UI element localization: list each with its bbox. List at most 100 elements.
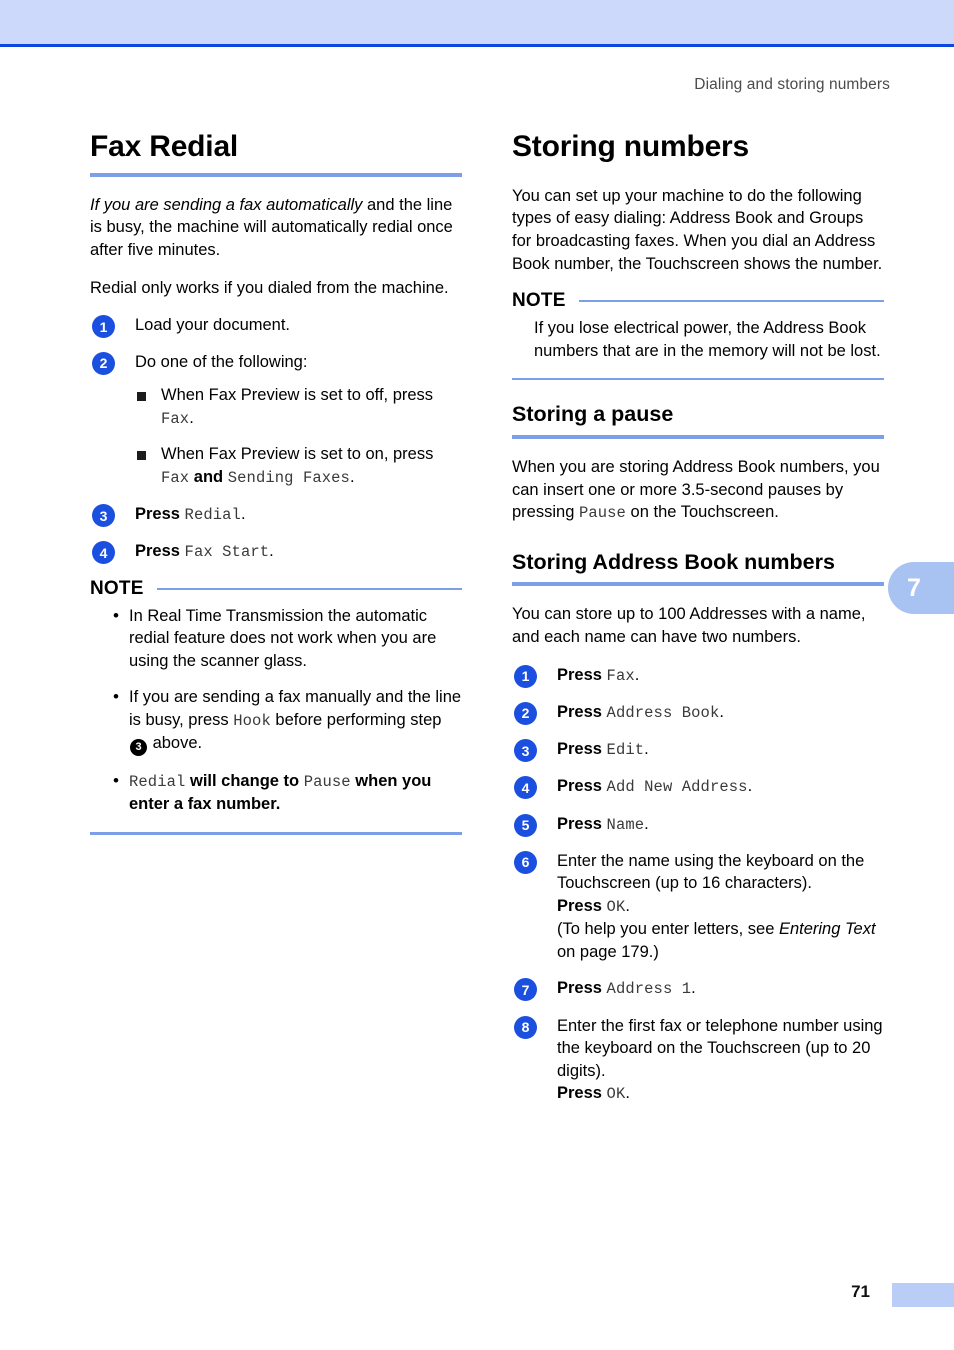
page-top-band <box>0 0 954 44</box>
ui-key-label: Redial <box>184 506 241 525</box>
pause-tail: on the Touchscreen. <box>625 503 779 522</box>
step-tail: . <box>269 542 274 561</box>
square-bullet-icon <box>137 392 146 402</box>
dot-bullet-icon: • <box>113 771 119 791</box>
step-press-word: Press <box>557 897 607 916</box>
cross-ref-post: on page 179.) <box>557 942 659 961</box>
note-footer-rule <box>90 832 462 836</box>
note-label: NOTE <box>512 290 566 312</box>
note-text: If you lose electrical power, the Addres… <box>534 319 881 360</box>
chapter-tab-number: 7 <box>907 573 921 602</box>
fax-redial-intro-paragraph: If you are sending a fax automatically a… <box>90 194 462 262</box>
ui-key-label: Fax <box>161 410 190 429</box>
step-tail: . <box>644 740 649 759</box>
address-book-step-list: 1 Press Fax. 2 Press Address Book. 3 Pre… <box>512 664 884 1106</box>
step-badge: 8 <box>514 1015 537 1039</box>
step-item: 5 Press Name. <box>512 813 884 837</box>
subsection-title-storing-a-pause: Storing a pause <box>512 402 674 427</box>
ui-key-label: Sending Faxes <box>227 468 350 487</box>
ui-key-label: Name <box>606 815 645 834</box>
step-badge: 6 <box>514 850 537 874</box>
step-text: Enter the first fax or telephone number … <box>557 1016 883 1080</box>
note-block-right: NOTE If you lose electrical power, the A… <box>512 290 884 381</box>
step-item: 1 Load your document. <box>90 314 462 339</box>
sub-bullet-item: When Fax Preview is set to off, press Fa… <box>135 384 462 430</box>
note-bullet-list: • In Real Time Transmission the automati… <box>112 605 462 816</box>
left-column: Fax Redial If you are sending a fax auto… <box>90 130 462 836</box>
intro-italic-phrase: If you are sending a fax automatically <box>90 195 363 214</box>
note-body: • In Real Time Transmission the automati… <box>90 605 462 816</box>
step-item: 8 Enter the first fax or telephone numbe… <box>512 1015 884 1106</box>
page-title-fax-redial: Fax Redial <box>90 130 239 163</box>
ui-key-label: Fax <box>161 468 190 487</box>
ui-key-label: Edit <box>606 741 645 760</box>
note-bullet-item: • Redial will change to Pause when you e… <box>112 770 462 816</box>
step-item: 2 Press Address Book. <box>512 701 884 725</box>
step-badge: 3 <box>92 504 115 528</box>
step-item: 4 Press Fax Start. <box>90 540 462 565</box>
sub-bullet-item: When Fax Preview is set to on, press Fax… <box>135 443 462 489</box>
step-badge: 4 <box>92 541 115 565</box>
note-label: NOTE <box>90 577 144 599</box>
step-tail: . <box>625 1084 630 1103</box>
step-text: Do one of the following: <box>135 352 308 371</box>
ui-key-label: OK <box>606 1085 626 1104</box>
sub-bullet-text: When Fax Preview is set to on, press <box>161 445 434 464</box>
note-header-rule <box>578 300 884 303</box>
page-number: 71 <box>851 1282 870 1301</box>
ui-key-label: Address 1 <box>606 980 692 999</box>
note-header: NOTE <box>512 290 884 312</box>
step-press-word: Press <box>135 505 185 524</box>
step-badge: 5 <box>514 813 537 837</box>
subsection-title-storing-address-book-numbers: Storing Address Book numbers <box>512 549 835 574</box>
step-press-word: Press <box>557 702 607 721</box>
note-bullet-item: • In Real Time Transmission the automati… <box>112 605 462 673</box>
heading-rule <box>512 582 884 587</box>
step-badge: 7 <box>514 978 537 1002</box>
ui-key-label: Pause <box>303 773 351 792</box>
step-tail: . <box>719 702 724 721</box>
step-badge: 1 <box>514 664 537 688</box>
chapter-tab-marker: 7 <box>888 562 954 614</box>
step-tail: . <box>747 777 753 796</box>
step-item: 6 Enter the name using the keyboard on t… <box>512 850 884 964</box>
step-press-word: Press <box>557 814 607 833</box>
note-block-left: NOTE • In Real Time Transmission the aut… <box>90 577 462 836</box>
page-title-storing-numbers: Storing numbers <box>512 130 750 163</box>
step-press-word: Press <box>557 979 607 998</box>
step-item: 2 Do one of the following: When Fax Prev… <box>90 351 462 489</box>
fax-redial-paragraph-2: Redial only works if you dialed from the… <box>90 278 449 297</box>
heading-rule <box>512 435 884 440</box>
step-press-word: Press <box>135 542 185 561</box>
cross-ref-pre: (To help you enter letters, see <box>557 920 779 939</box>
step-tail: . <box>634 665 640 684</box>
step-item: 1 Press Fax. <box>512 664 884 688</box>
step-press-word: Press <box>557 740 607 759</box>
ui-key-label: Redial <box>129 773 186 792</box>
ui-key-label: OK <box>606 898 626 917</box>
address-book-intro: You can store up to 100 Addresses with a… <box>512 605 866 647</box>
step-badge: 3 <box>514 739 537 763</box>
step-item: 7 Press Address 1. <box>512 977 884 1002</box>
note-bullet-mid: before performing step <box>270 710 442 729</box>
inline-step-badge: 3 <box>130 739 147 757</box>
step-press-word: Press <box>557 665 607 684</box>
note-bullet-item: • If you are sending a fax manually and … <box>112 686 462 757</box>
note-body: If you lose electrical power, the Addres… <box>512 317 884 362</box>
step-item: 3 Press Edit. <box>512 738 884 763</box>
step-press-word: Press <box>557 777 607 796</box>
ui-key-label: Fax <box>606 666 635 685</box>
square-bullet-icon <box>137 451 146 461</box>
running-header: Dialing and storing numbers <box>694 76 890 93</box>
page-number-bar <box>892 1283 954 1307</box>
sub-bullet-text: When Fax Preview is set to off, press <box>161 386 434 405</box>
step-badge: 4 <box>514 776 537 800</box>
step-tail: . <box>644 814 649 833</box>
step-tail: . <box>691 979 696 998</box>
fax-redial-step-list: 1 Load your document. 2 Do one of the fo… <box>90 314 462 565</box>
dot-bullet-icon: • <box>113 605 119 625</box>
cross-ref-title: Entering Text <box>778 920 876 939</box>
step-tail: . <box>625 897 630 916</box>
step-press-word: Press <box>557 1084 607 1103</box>
storing-numbers-intro: You can set up your machine to do the fo… <box>512 186 883 273</box>
